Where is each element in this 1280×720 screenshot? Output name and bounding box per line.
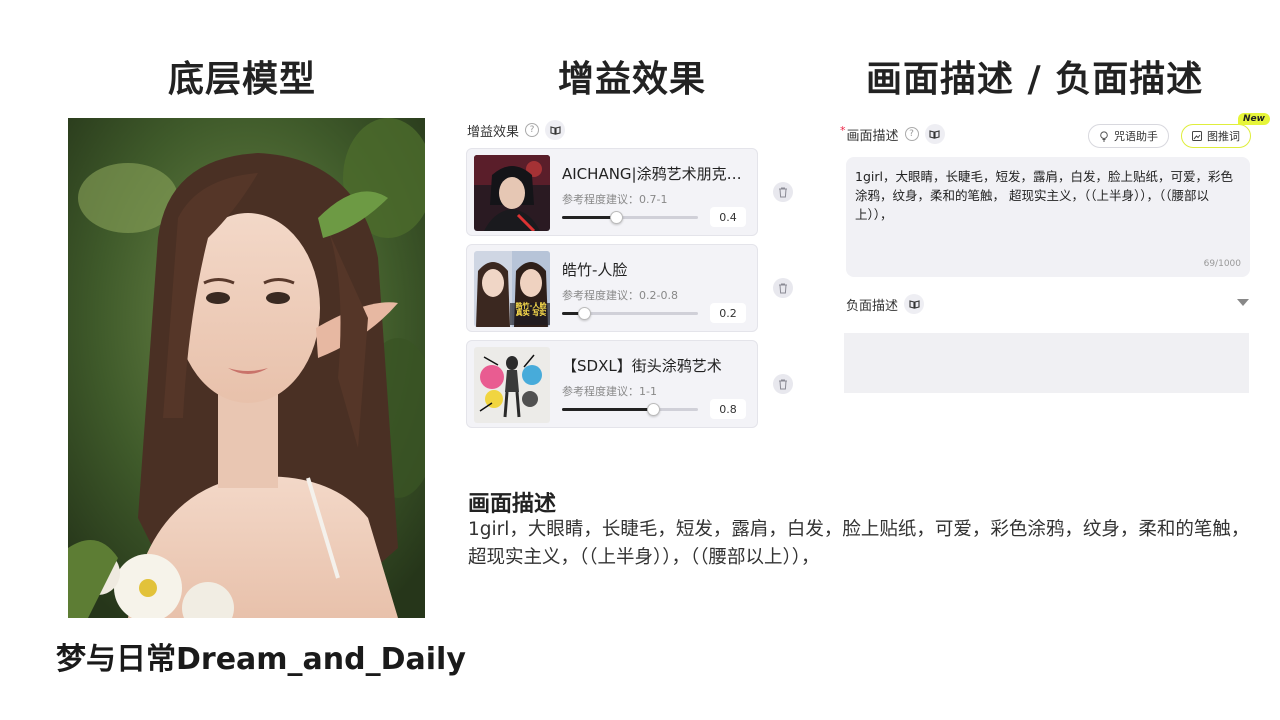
summary-body: 1girl，大眼睛，长睫毛，短发，露肩，白发，脸上贴纸，可爱，彩色涂鸦，纹身，柔… (468, 519, 1250, 568)
prompt-textarea[interactable]: 1girl，大眼睛，长睫毛，短发，露肩，白发，脸上贴纸，可爱，彩色涂鸦，纹身，柔… (846, 157, 1250, 277)
weight-value-input[interactable]: 0.2 (710, 303, 746, 323)
negative-prompt-textarea[interactable] (844, 333, 1249, 393)
slider-fill (562, 408, 654, 411)
anime-punk-thumbnail (474, 155, 550, 231)
lora-hint: 参考程度建议：0.2-0.8 (562, 289, 678, 302)
trash-icon[interactable] (773, 182, 793, 202)
weight-slider[interactable] (562, 403, 698, 416)
weight-value-input[interactable]: 0.8 (710, 399, 746, 419)
lightbulb-icon (1100, 130, 1108, 141)
question-icon[interactable]: ? (904, 127, 919, 141)
lora-hint: 参考程度建议：1-1 (562, 385, 657, 398)
book-icon[interactable] (924, 124, 945, 144)
lora-card[interactable]: 【SDXL】街头涂鸦艺术 参考程度建议：1-1 0.8 (466, 340, 758, 428)
slider-knob[interactable] (610, 211, 624, 224)
negative-panel-header: 负面描述 (846, 294, 925, 314)
slider-fill (562, 216, 617, 219)
prompt-assistant-label: 咒语助手 (1114, 130, 1158, 143)
lora-card[interactable]: AICHANG|涂鸦艺术朋克风... 参考程度建议：0.7-1 0.4 (466, 148, 758, 236)
lora-hint: 参考程度建议：0.7-1 (562, 193, 668, 206)
prompt-panel-header: * 画面描述 ? (840, 124, 945, 144)
face-thumbnail: 皓竹-人脸 真实 写实 (474, 251, 550, 327)
gain-panel-label: 增益效果 (467, 124, 520, 140)
heading-base-model: 底层模型 (168, 59, 317, 100)
chevron-down-icon[interactable] (1237, 299, 1249, 306)
lora-title: AICHANG|涂鸦艺术朋克风... (562, 165, 752, 183)
weight-value-input[interactable]: 0.4 (710, 207, 746, 227)
slider-knob[interactable] (647, 403, 661, 416)
image-to-prompt-button[interactable]: 图推词 (1181, 124, 1251, 148)
gain-panel-header: 增益效果 ? (467, 120, 566, 140)
char-counter: 69/1000 (1203, 259, 1241, 269)
trash-icon[interactable] (773, 374, 793, 394)
negative-label: 负面描述 (846, 298, 899, 314)
summary-title: 画面描述 (468, 492, 557, 517)
lora-card[interactable]: 皓竹-人脸 真实 写实 皓竹-人脸 参考程度建议：0.2-0.8 0.2 (466, 244, 758, 332)
lora-title: 【SDXL】街头涂鸦艺术 (562, 357, 722, 375)
book-icon[interactable] (904, 294, 925, 314)
question-icon[interactable]: ? (525, 123, 540, 137)
book-icon[interactable] (545, 120, 566, 140)
model-caption: 梦与日常Dream_and_Daily (56, 642, 466, 677)
graffiti-thumbnail (474, 347, 550, 423)
prompt-label: 画面描述 (846, 128, 899, 144)
weight-slider[interactable] (562, 307, 698, 320)
prompt-text: 1girl，大眼睛，长睫毛，短发，露肩，白发，脸上贴纸，可爱，彩色涂鸦，纹身，柔… (855, 169, 1233, 222)
image-icon (1192, 131, 1202, 141)
lora-title: 皓竹-人脸 (562, 261, 628, 279)
heading-gain-effect: 增益效果 (558, 59, 707, 100)
model-portrait-image (68, 118, 425, 618)
thumb-caption: 皓竹-人脸 真实 写实 (515, 302, 547, 317)
trash-icon[interactable] (773, 278, 793, 298)
heading-description: 画面描述 / 负面描述 (866, 59, 1204, 100)
slider-knob[interactable] (577, 307, 591, 320)
new-badge: New (1238, 113, 1270, 125)
weight-slider[interactable] (562, 211, 698, 224)
prompt-assistant-button[interactable]: 咒语助手 (1088, 124, 1169, 148)
image-to-prompt-label: 图推词 (1207, 130, 1240, 143)
required-mark: * (840, 123, 846, 137)
